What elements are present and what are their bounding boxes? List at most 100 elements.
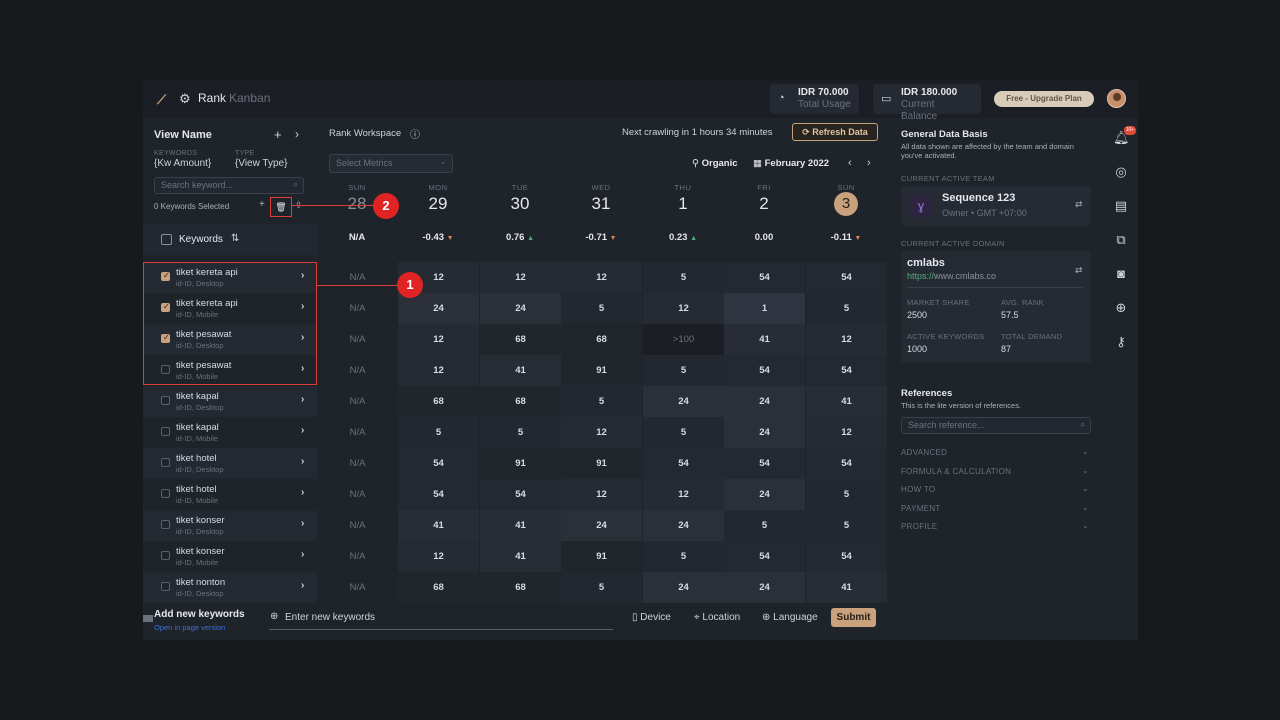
domain-url[interactable]: https://www.cmlabs.co [907,271,996,281]
brand-logo-icon[interactable]: ⟋ [157,92,171,107]
rank-cell[interactable]: 12 [806,417,887,448]
reference-section[interactable]: ADVANCED ⌄ [901,447,1091,457]
rank-cell[interactable]: 41 [398,510,479,541]
rank-cell[interactable]: 5 [561,386,642,417]
view-mode-label[interactable]: Kanban [229,91,270,105]
rank-cell[interactable]: 91 [561,448,642,479]
metrics-select[interactable]: Select Metrics ⌄ [329,154,453,173]
rank-cell[interactable]: 41 [480,355,561,386]
rank-cell[interactable]: 68 [561,324,642,355]
rank-cell[interactable]: 54 [806,262,887,293]
rank-cell[interactable]: 5 [806,510,887,541]
rank-cell[interactable]: 41 [480,541,561,572]
open-page-version-link[interactable]: Open in page version [154,623,225,632]
rank-cell[interactable]: >100 [643,324,724,355]
rank-cell[interactable]: 41 [480,510,561,541]
rank-cell[interactable]: 12 [480,262,561,293]
rank-cell[interactable]: 12 [398,355,479,386]
rank-cell[interactable]: N/A [317,417,398,448]
rank-cell[interactable]: 5 [806,293,887,324]
calendar-icon[interactable]: ▤ [1113,198,1129,214]
rank-cell[interactable]: 5 [806,479,887,510]
trash-icon[interactable]: 🗑 [270,197,292,217]
rank-cell[interactable]: 1 [724,293,805,324]
rank-cell[interactable]: 5 [643,355,724,386]
rank-cell[interactable]: 5 [643,262,724,293]
info-icon[interactable]: ⓘ [410,126,420,141]
select-all-checkbox[interactable] [161,234,172,245]
keyword-checkbox[interactable] [161,520,170,529]
keyword-checkbox[interactable] [161,458,170,467]
reference-section[interactable]: FORMULA & CALCULATION ⌄ [901,466,1091,476]
rank-cell[interactable]: 12 [806,324,887,355]
keyword-checkbox[interactable] [161,551,170,560]
rank-cell[interactable]: 24 [724,417,805,448]
keyword-row[interactable]: tiket hotel id-ID, Desktop › [143,448,317,479]
rank-cell[interactable]: N/A [317,448,398,479]
rank-cell[interactable]: 91 [561,541,642,572]
bell-icon[interactable]: 🔔︎ 10+ [1113,126,1136,146]
upgrade-plan-button[interactable]: Free - Upgrade Plan [994,91,1094,107]
chevron-right-icon[interactable]: › [301,549,304,560]
rank-cell[interactable]: 12 [643,479,724,510]
rank-cell[interactable]: N/A [317,293,398,324]
rank-cell[interactable]: 24 [480,293,561,324]
rank-cell[interactable]: N/A [317,324,398,355]
location-option[interactable]: ⌖ Location [694,612,740,623]
reference-section[interactable]: PROFILE ⌄ [901,521,1091,531]
rank-cell[interactable]: 24 [561,510,642,541]
code-icon[interactable]: ⧉ [1113,232,1129,248]
rank-cell[interactable]: 68 [480,386,561,417]
rank-cell[interactable]: 41 [806,386,887,417]
rank-cell[interactable]: 54 [806,541,887,572]
rank-cell[interactable]: 54 [806,448,887,479]
keyword-row[interactable]: tiket konser id-ID, Desktop › [143,510,317,541]
rank-cell[interactable]: 68 [398,386,479,417]
rank-cell[interactable]: 91 [480,448,561,479]
rank-cell[interactable]: 5 [643,541,724,572]
keyword-row[interactable]: tiket kapal id-ID, Mobile › [143,417,317,448]
reference-section[interactable]: PAYMENT ⌄ [901,503,1091,513]
rank-cell[interactable]: 24 [724,386,805,417]
keyword-checkbox[interactable] [161,427,170,436]
globe-icon[interactable]: ⊕ [1113,300,1129,316]
rank-cell[interactable]: 24 [724,479,805,510]
active-team-card[interactable]: ɣ Sequence 123 Owner • GMT +07:00 ⇄ [901,186,1091,226]
rank-cell[interactable]: 12 [643,293,724,324]
tracking-icon[interactable]: ◎ [1113,164,1129,180]
chevron-right-icon[interactable]: › [301,394,304,405]
chevron-right-icon[interactable]: › [301,487,304,498]
rank-cell[interactable]: 41 [724,324,805,355]
rank-cell[interactable]: N/A [317,510,398,541]
rank-cell[interactable]: 12 [561,262,642,293]
rank-cell[interactable]: 91 [561,355,642,386]
rank-cell[interactable]: 24 [643,386,724,417]
chevron-right-icon[interactable]: › [301,425,304,436]
rank-cell[interactable]: 54 [724,262,805,293]
rank-cell[interactable]: 24 [643,510,724,541]
rank-cell[interactable]: 54 [724,355,805,386]
rank-cell[interactable]: N/A [317,386,398,417]
chevron-right-icon[interactable]: › [301,518,304,529]
rank-cell[interactable]: N/A [317,479,398,510]
switch-domain-icon[interactable]: ⇄ [1075,265,1083,276]
month-selector[interactable]: ▦ February 2022 [753,158,829,169]
rank-cell[interactable]: 12 [398,541,479,572]
rank-cell[interactable]: 54 [398,448,479,479]
rank-cell[interactable]: 12 [398,324,479,355]
add-keyword-icon[interactable]: + [259,199,265,210]
rank-cell[interactable]: 54 [806,355,887,386]
reference-section[interactable]: HOW TO ⌄ [901,484,1091,494]
keyword-row[interactable]: tiket hotel id-ID, Mobile › [143,479,317,510]
rank-cell[interactable]: 54 [480,479,561,510]
rank-cell[interactable]: 5 [398,417,479,448]
keyword-checkbox[interactable] [161,582,170,591]
keyword-search-input[interactable]: Search keyword... ⌕ [154,177,304,194]
new-keyword-input[interactable]: ⊕ Enter new keywords [269,608,613,630]
rank-cell[interactable]: 54 [643,448,724,479]
keyword-checkbox[interactable] [161,396,170,405]
rank-cell[interactable]: 12 [561,417,642,448]
prev-week-icon[interactable]: ‹ [848,157,852,169]
chevron-right-icon[interactable]: › [301,456,304,467]
search-type-selector[interactable]: ⚲ Organic [692,158,738,169]
